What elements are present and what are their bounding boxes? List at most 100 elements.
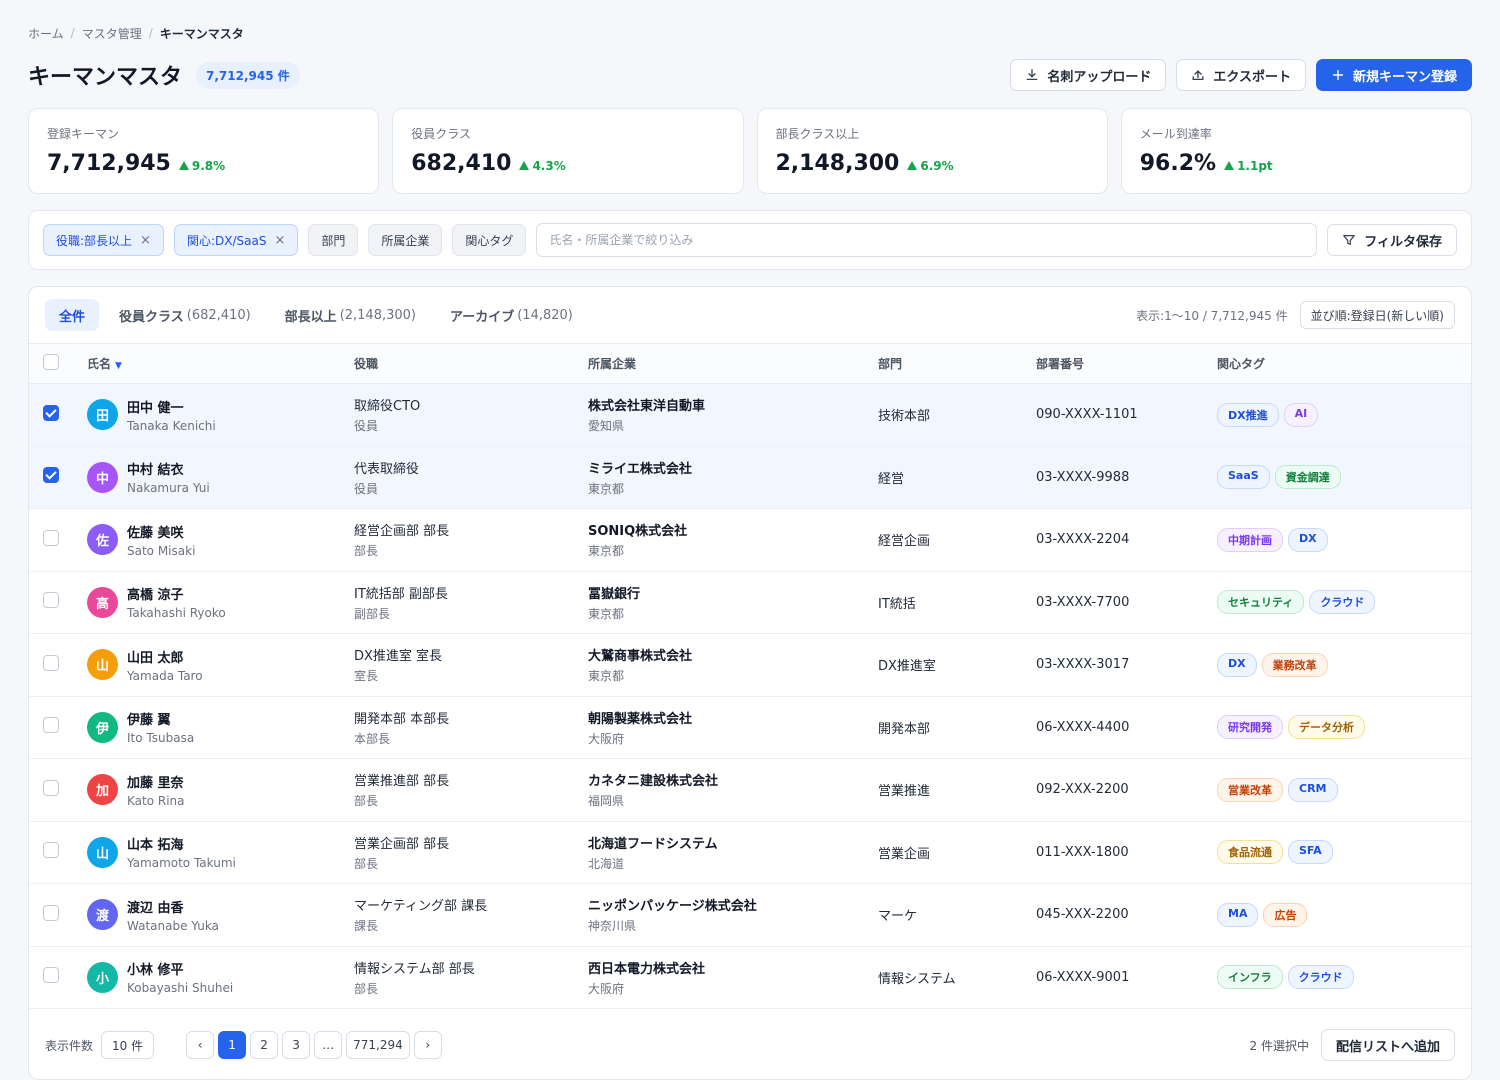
page-button[interactable]: 2 [250, 1031, 279, 1059]
interest-tag[interactable]: セキュリティ [1217, 590, 1305, 615]
table-row[interactable]: 中中村 結衣 Nakamura Yui 代表取締役 役員 ミライエ株式会社 東京都 経営 03… [29, 446, 1471, 509]
row-checkbox[interactable] [43, 779, 59, 796]
table-row[interactable]: 加加藤 里奈 Kato Rina 営業推進部 部長 部長 カネタニ建設株式会社 福岡県 営業… [29, 759, 1471, 822]
filter-chip-interest-tag[interactable]: 関心タグ [452, 224, 527, 256]
row-checkbox[interactable] [43, 717, 59, 734]
filter-chip-company[interactable]: 所属企業 [368, 224, 443, 256]
interest-tag[interactable]: データ分析 [1288, 715, 1365, 740]
tags-cell: 研究開発 データ分析 [1217, 696, 1471, 759]
interest-tag[interactable]: 研究開発 [1217, 715, 1283, 740]
person-name[interactable]: 伊藤 翼 [127, 709, 194, 728]
company-name[interactable]: ニッポンパッケージ株式会社 [588, 895, 878, 914]
breadcrumb-master[interactable]: マスタ管理 [82, 25, 142, 42]
person-name[interactable]: 小林 修平 [127, 959, 233, 978]
name-cell: 山山本 拓海 Yamamoto Takumi [87, 821, 354, 884]
page-button[interactable]: 771,294 [346, 1031, 410, 1059]
interest-tag[interactable]: SFA [1288, 840, 1333, 865]
table-row[interactable]: 田田中 健一 Tanaka Kenichi 取締役CTO 役員 株式会社東洋自動車 愛知県… [29, 383, 1471, 446]
filter-chip-interest[interactable]: 関心:DX/SaaS × [173, 224, 299, 256]
tab-1[interactable]: 役員クラス (682,410) [105, 299, 265, 331]
name-cell: 山山田 太郎 Yamada Taro [87, 634, 354, 697]
tab-3[interactable]: アーカイブ (14,820) [436, 299, 587, 331]
person-name[interactable]: 高橋 涼子 [127, 584, 226, 603]
row-checkbox[interactable] [43, 529, 59, 546]
interest-tag[interactable]: 広告 [1263, 902, 1308, 927]
company-name[interactable]: 冨嶽銀行 [588, 583, 878, 602]
breadcrumb-home[interactable]: ホーム [28, 25, 64, 42]
person-name[interactable]: 田中 健一 [127, 397, 216, 416]
table-row[interactable]: 山山田 太郎 Yamada Taro DX推進室 室長 室長 大鷲商事株式会社 東京都 DX… [29, 634, 1471, 697]
prev-page-button[interactable]: ‹ [186, 1031, 215, 1059]
interest-tag[interactable]: インフラ [1217, 965, 1283, 990]
interest-tag[interactable]: 営業改革 [1217, 777, 1283, 802]
row-checkbox[interactable] [43, 467, 59, 484]
row-checkbox[interactable] [43, 404, 59, 421]
company-name[interactable]: 西日本電力株式会社 [588, 958, 878, 977]
interest-tag[interactable]: AI [1283, 402, 1319, 427]
next-page-button[interactable]: › [413, 1031, 442, 1059]
person-name[interactable]: 中村 結衣 [127, 459, 210, 478]
row-checkbox[interactable] [43, 842, 59, 859]
up-triangle-icon [178, 161, 189, 170]
table-row[interactable]: 渡渡辺 由香 Watanabe Yuka マーケティング部 課長 課長 ニッポンパッケー… [29, 884, 1471, 946]
tab-2[interactable]: 部長以上 (2,148,300) [271, 299, 430, 331]
interest-tag[interactable]: SaaS [1217, 465, 1270, 490]
row-checkbox[interactable] [43, 592, 59, 609]
company-name[interactable]: 朝陽製薬株式会社 [588, 708, 878, 727]
interest-tag[interactable]: MA [1217, 902, 1259, 927]
export-button[interactable]: エクスポート [1176, 59, 1306, 91]
interest-tag[interactable]: 中期計画 [1217, 527, 1283, 552]
new-keyman-button[interactable]: 新規キーマン登録 [1315, 59, 1472, 91]
person-name[interactable]: 山田 太郎 [127, 647, 203, 666]
row-checkbox[interactable] [43, 904, 59, 921]
per-page-select[interactable]: 10 件 [101, 1031, 155, 1059]
add-to-list-button[interactable]: 配信リストへ追加 [1320, 1029, 1455, 1061]
company-name[interactable]: 株式会社東洋自動車 [588, 395, 878, 414]
company-name[interactable]: 大鷲商事株式会社 [588, 645, 878, 664]
table-row[interactable]: 佐佐藤 美咲 Sato Misaki 経営企画部 部長 部長 SONIQ株式会社 東京都経… [29, 509, 1471, 571]
person-name[interactable]: 加藤 里奈 [127, 772, 185, 791]
card-upload-button[interactable]: 名刺アップロード [1010, 59, 1167, 91]
company-name[interactable]: カネタニ建設株式会社 [588, 770, 878, 789]
interest-tag[interactable]: 資金調達 [1274, 465, 1341, 490]
page-button[interactable]: 1 [218, 1031, 247, 1059]
interest-tag[interactable]: 食品流通 [1217, 840, 1283, 865]
tab-0[interactable]: 全件 [45, 299, 100, 331]
select-all-checkbox[interactable] [43, 354, 59, 370]
job-title: 営業推進部 部長 [354, 774, 450, 790]
phone-cell: 03-XXXX-7700 [1036, 594, 1130, 610]
save-filter-button[interactable]: フィルタ保存 [1327, 224, 1457, 256]
close-icon[interactable]: × [274, 233, 285, 248]
column-name[interactable]: 氏名 ▼ [87, 344, 354, 384]
kpi-value: 96.2% [1139, 151, 1217, 176]
interest-tag[interactable]: DX推進 [1217, 402, 1279, 427]
table-row[interactable]: 伊伊藤 翼 Ito Tsubasa 開発本部 本部長 本部長 朝陽製薬株式会社 大阪府 開発… [29, 696, 1471, 759]
table-row[interactable]: 高高橋 涼子 Takahashi Ryoko IT統括部 副部長 副部長 冨嶽銀行 東京都… [29, 571, 1471, 634]
interest-tag[interactable]: クラウド [1309, 590, 1376, 615]
table-row[interactable]: 小小林 修平 Kobayashi Shuhei 情報システム部 部長 部長 西日本電力株… [29, 946, 1471, 1009]
row-checkbox[interactable] [43, 967, 59, 984]
sort-select[interactable]: 並び順:登録日(新しい順) [1299, 301, 1455, 329]
interest-tag[interactable]: CRM [1288, 777, 1338, 802]
page-button[interactable]: 3 [282, 1031, 311, 1059]
name-cell: 加加藤 里奈 Kato Rina [87, 759, 354, 822]
company-name[interactable]: ミライエ株式会社 [588, 458, 878, 477]
search-input[interactable] [549, 233, 1305, 247]
interest-tag[interactable]: 業務改革 [1261, 652, 1328, 677]
job-rank: 本部長 [354, 731, 391, 746]
job-rank: 部長 [354, 981, 379, 996]
row-checkbox[interactable] [43, 654, 59, 671]
person-name[interactable]: 佐藤 美咲 [127, 522, 195, 541]
person-name[interactable]: 山本 拓海 [127, 834, 236, 853]
person-name[interactable]: 渡辺 由香 [127, 897, 219, 916]
interest-tag[interactable]: DX [1288, 527, 1328, 552]
table-row[interactable]: 山山本 拓海 Yamamoto Takumi 営業企画部 部長 部長 北海道フードシステ… [29, 821, 1471, 884]
avatar: 田 [87, 399, 118, 431]
filter-chip-department[interactable]: 部門 [308, 224, 359, 256]
company-name[interactable]: SONIQ株式会社 [588, 520, 878, 539]
company-name[interactable]: 北海道フードシステム [588, 833, 878, 852]
close-icon[interactable]: × [140, 233, 151, 248]
interest-tag[interactable]: クラウド [1287, 965, 1354, 990]
filter-chip-role[interactable]: 役職:部長以上 × [43, 224, 164, 256]
interest-tag[interactable]: DX [1217, 652, 1257, 677]
